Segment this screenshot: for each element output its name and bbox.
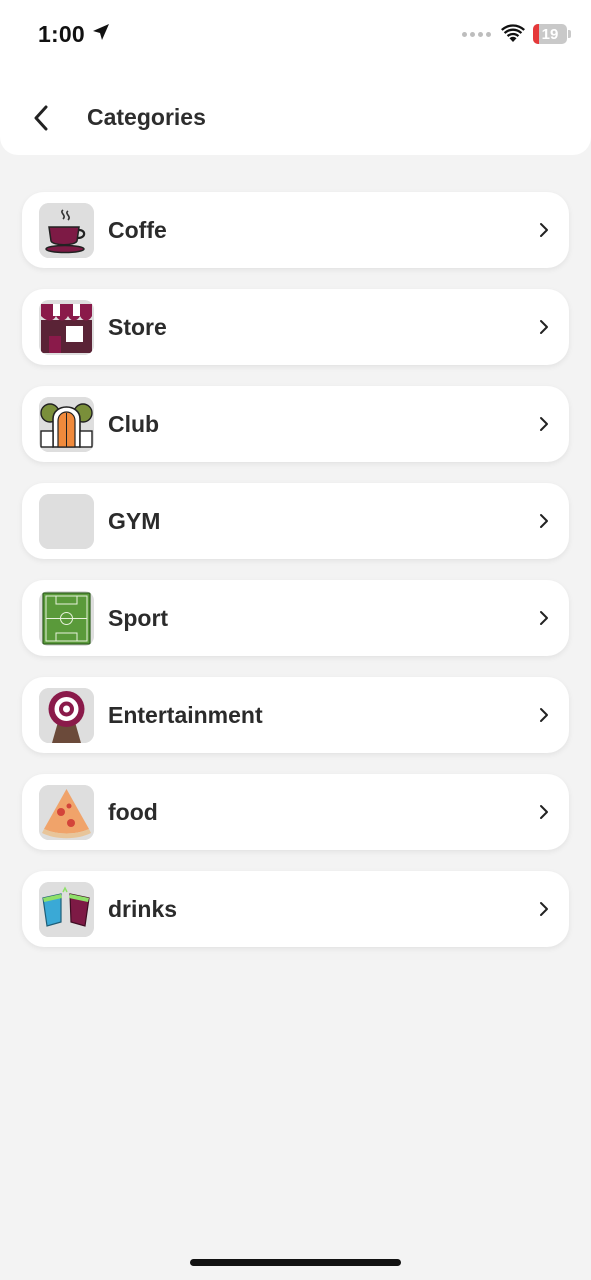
header: Categories [0, 80, 591, 155]
target-icon [39, 687, 94, 743]
battery-level: 19 [541, 25, 559, 43]
category-item-entertainment[interactable]: Entertainment [22, 677, 569, 753]
category-label: Store [108, 313, 167, 340]
battery-icon: 19 [533, 24, 571, 44]
placeholder-icon [39, 493, 94, 549]
top-area: 1:00 19 Categories [0, 0, 591, 155]
category-item-gym[interactable]: GYM [22, 483, 569, 559]
category-label: Club [108, 410, 160, 437]
chevron-left-icon [34, 105, 48, 131]
category-label: Sport [108, 604, 169, 631]
chevron-right-icon [536, 707, 552, 723]
drink-cups-icon [39, 881, 94, 937]
location-arrow-icon [91, 21, 111, 48]
chevron-right-icon [536, 804, 552, 820]
coffee-cup-icon [39, 202, 94, 258]
back-button[interactable] [22, 98, 62, 138]
category-item-club[interactable]: Club [22, 386, 569, 462]
category-label: food [108, 798, 158, 825]
category-label: Coffe [108, 216, 167, 243]
category-item-coffe[interactable]: Coffe [22, 192, 569, 268]
wifi-icon [501, 24, 525, 44]
status-time: 1:00 [38, 21, 111, 48]
chevron-right-icon [536, 901, 552, 917]
storefront-icon [39, 299, 94, 355]
screen: 1:00 19 Categories Coffe Store Club GYM … [0, 0, 591, 1280]
status-time-text: 1:00 [38, 21, 85, 47]
category-item-food[interactable]: food [22, 774, 569, 850]
chevron-right-icon [536, 610, 552, 626]
category-item-drinks[interactable]: drinks [22, 871, 569, 947]
chevron-right-icon [536, 222, 552, 238]
cellular-signal-icon [462, 31, 491, 37]
category-list: Coffe Store Club GYM Sport Entertainment… [22, 192, 569, 968]
chevron-right-icon [536, 319, 552, 335]
club-arch-icon [39, 396, 94, 452]
category-label: Entertainment [108, 701, 263, 728]
category-item-store[interactable]: Store [22, 289, 569, 365]
soccer-field-icon [39, 590, 94, 646]
home-indicator[interactable] [190, 1259, 401, 1266]
status-bar: 1:00 19 [0, 0, 591, 72]
category-item-sport[interactable]: Sport [22, 580, 569, 656]
category-label: GYM [108, 507, 161, 534]
chevron-right-icon [536, 513, 552, 529]
category-label: drinks [108, 895, 178, 922]
status-indicators: 19 [462, 24, 571, 44]
pizza-slice-icon [39, 784, 94, 840]
chevron-right-icon [536, 416, 552, 432]
page-title: Categories [87, 104, 206, 130]
